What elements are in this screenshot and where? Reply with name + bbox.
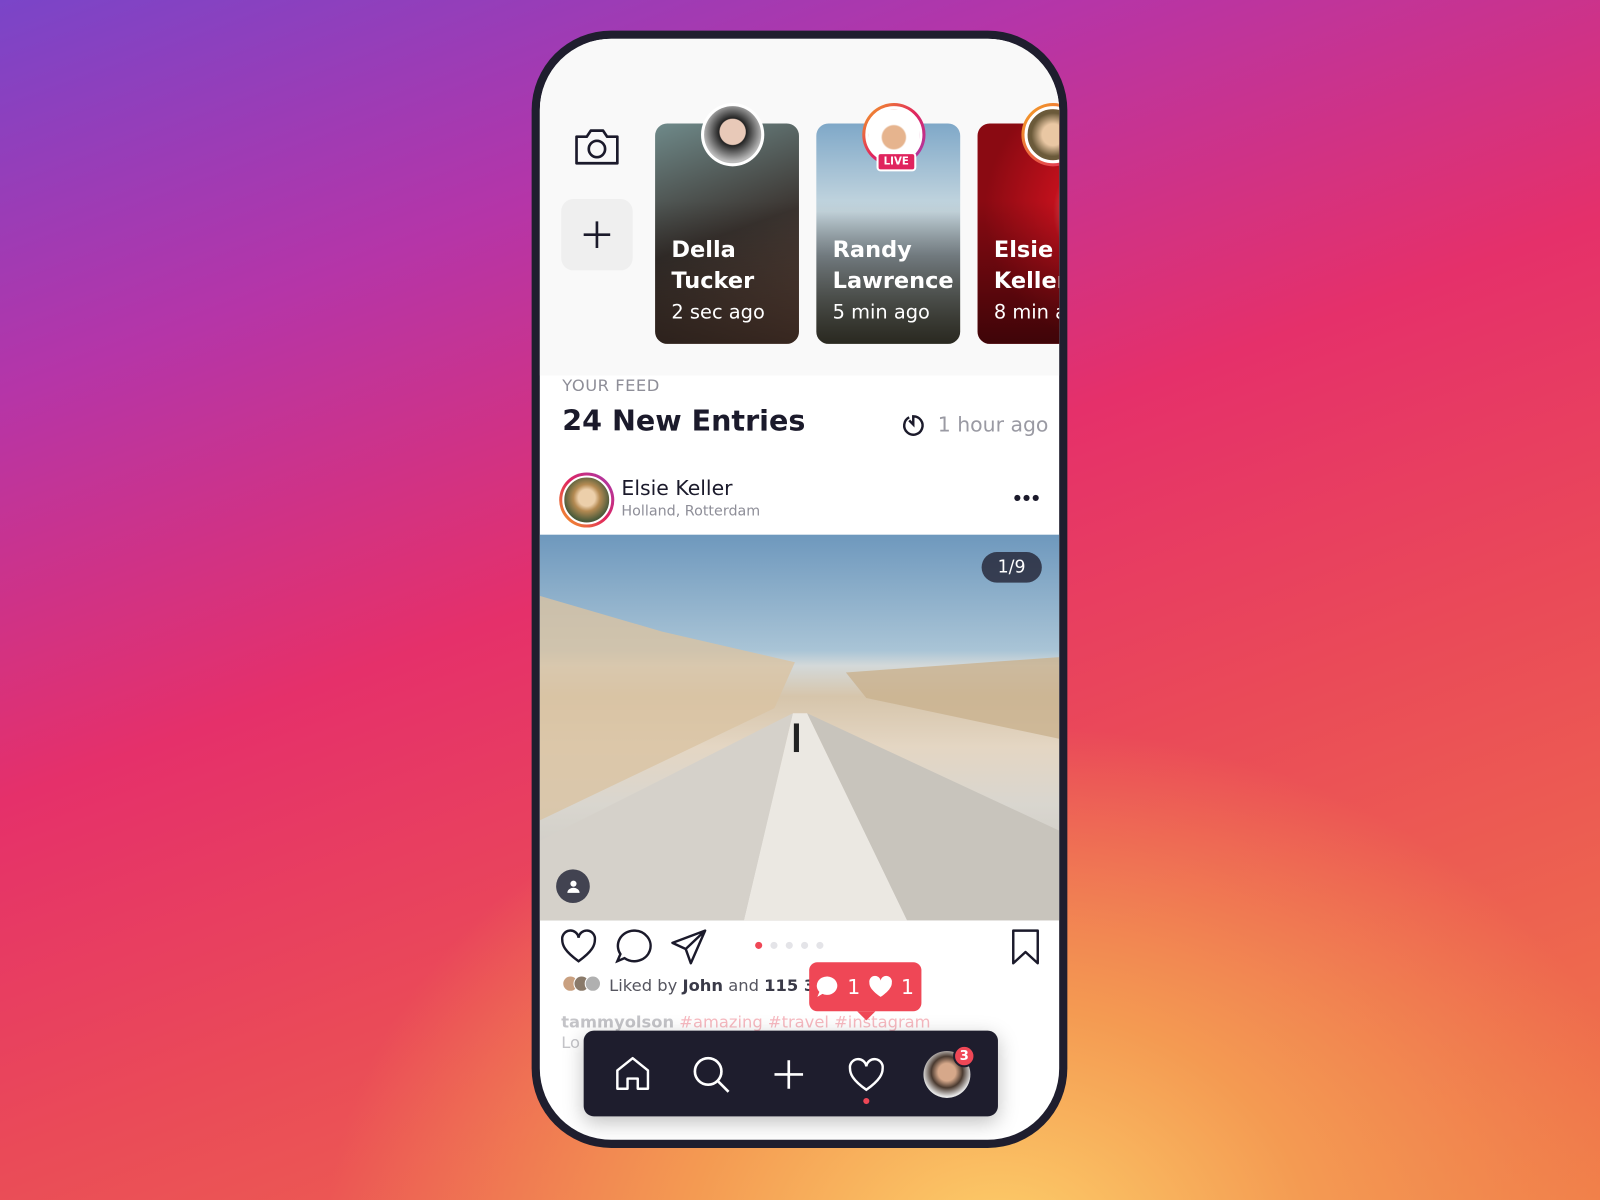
comment-count-icon bbox=[817, 976, 838, 997]
page-dot bbox=[816, 941, 824, 949]
like-count-icon bbox=[869, 975, 892, 997]
like-count: 1 bbox=[901, 974, 915, 999]
tagged-users-button[interactable] bbox=[556, 869, 590, 904]
story-avatar: LIVE bbox=[862, 103, 926, 172]
add-story-button[interactable] bbox=[561, 198, 633, 271]
live-badge: LIVE bbox=[876, 152, 916, 172]
page-dot bbox=[770, 941, 778, 949]
liked-by-text[interactable]: Liked by John and 115 321 bbox=[609, 976, 838, 995]
active-indicator bbox=[863, 1097, 870, 1105]
post-username[interactable]: Elsie Keller bbox=[621, 476, 732, 500]
caption-more: Lo bbox=[561, 1032, 581, 1053]
timer-icon bbox=[902, 415, 924, 436]
liked-and: and bbox=[723, 975, 765, 995]
page-dot bbox=[785, 941, 793, 949]
photo-counter: 1/9 bbox=[981, 552, 1042, 583]
page-dots bbox=[755, 941, 832, 949]
story-time: 2 sec ago bbox=[671, 301, 765, 324]
caption-user[interactable]: tammyolson bbox=[561, 1012, 674, 1031]
post-photo[interactable]: 1/9 bbox=[539, 534, 1060, 921]
activity-icon[interactable] bbox=[847, 1057, 886, 1092]
photo-scene bbox=[539, 595, 1060, 921]
more-options-icon[interactable] bbox=[1013, 494, 1040, 502]
post-location[interactable]: Holland, Rotterdam bbox=[621, 503, 760, 519]
feed-label: YOUR FEED bbox=[562, 375, 660, 395]
story-time: 8 min ago bbox=[993, 301, 1059, 324]
story-name: Randy Lawrence bbox=[832, 237, 954, 294]
like-icon[interactable] bbox=[560, 929, 597, 964]
add-post-icon[interactable] bbox=[773, 1059, 804, 1090]
story-avatar bbox=[701, 103, 765, 167]
activity-notification[interactable]: 1 1 bbox=[809, 962, 922, 1021]
camera-icon[interactable] bbox=[572, 127, 621, 168]
app-screen: Della Tucker 2 sec ago Randy Lawrence 5 … bbox=[539, 38, 1060, 1140]
comment-count: 1 bbox=[847, 974, 861, 999]
page-dot bbox=[801, 941, 809, 949]
page-dot-active bbox=[755, 941, 763, 949]
story-time: 5 min ago bbox=[832, 301, 930, 324]
liker-avatars bbox=[562, 975, 602, 992]
bottom-nav: 3 bbox=[583, 1030, 998, 1117]
search-icon[interactable] bbox=[692, 1055, 731, 1094]
plus-icon bbox=[583, 221, 611, 248]
liked-user: John bbox=[682, 975, 724, 995]
caption-tags[interactable]: #amazing #travel #instagram bbox=[679, 1012, 930, 1031]
phone-frame: Della Tucker 2 sec ago Randy Lawrence 5 … bbox=[531, 30, 1068, 1148]
feed-title: 24 New Entries bbox=[562, 404, 806, 438]
share-icon[interactable] bbox=[670, 929, 707, 966]
story-name: Elsie Keller bbox=[993, 237, 1059, 294]
profile-badge: 3 bbox=[953, 1044, 976, 1068]
bookmark-icon[interactable] bbox=[1011, 929, 1040, 966]
liked-prefix: Liked by bbox=[609, 975, 683, 995]
feed-updated: 1 hour ago bbox=[937, 412, 1049, 437]
comment-icon[interactable] bbox=[615, 929, 652, 966]
home-icon[interactable] bbox=[614, 1055, 651, 1092]
story-name: Della Tucker bbox=[671, 237, 755, 294]
user-icon bbox=[566, 880, 580, 893]
post-avatar[interactable] bbox=[559, 472, 615, 528]
